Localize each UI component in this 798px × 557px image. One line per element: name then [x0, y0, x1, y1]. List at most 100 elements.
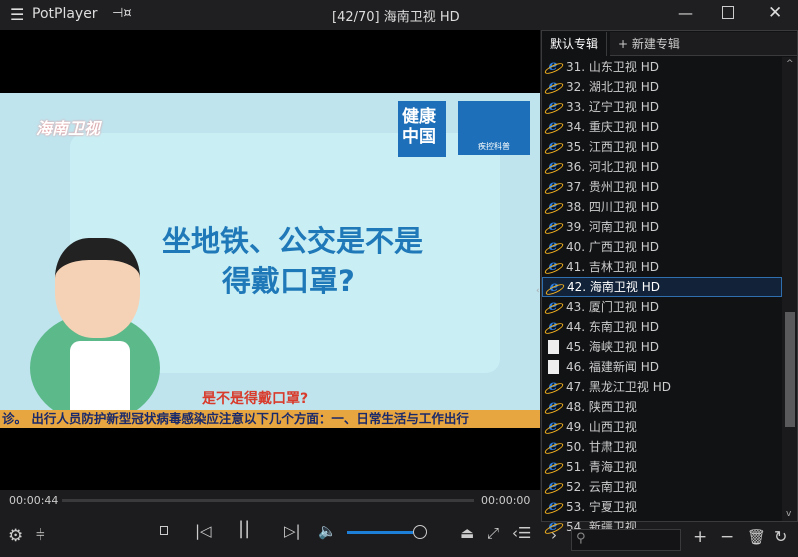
playlist-item[interactable]: e 37. 贵州卫视 HD [542, 177, 782, 197]
scroll-down-icon[interactable]: v [786, 509, 791, 519]
settings-icon[interactable]: ⚙ [8, 526, 23, 546]
cdc-badge: 疾控科普 [458, 101, 530, 155]
pin-icon[interactable]: ⊣¤ [112, 6, 132, 21]
playlist-item-label: 33. 辽宁卫视 HD [566, 100, 659, 114]
search-icon: ⚲ [576, 531, 586, 546]
ie-icon: e [546, 319, 560, 334]
playlist-search-input[interactable]: ⚲ [571, 529, 681, 551]
ie-icon: e [546, 439, 560, 454]
playlist-item[interactable]: e 41. 吉林卫视 HD [542, 257, 782, 277]
scroll-up-icon[interactable]: ^ [786, 59, 794, 69]
playlist-item[interactable]: e 43. 厦门卫视 HD [542, 297, 782, 317]
add-button[interactable]: + [693, 527, 707, 547]
volume-handle[interactable] [413, 525, 427, 539]
playlist-item-label: 50. 甘肃卫视 [566, 440, 637, 454]
playlist-item[interactable]: e 50. 甘肃卫视 [542, 437, 782, 457]
playlist-item-label: 48. 陕西卫视 [566, 400, 637, 414]
ie-icon: e [546, 239, 560, 254]
playlist-item[interactable]: e 34. 重庆卫视 HD [542, 117, 782, 137]
playlist-item-label: 36. 河北卫视 HD [566, 160, 659, 174]
ie-icon: e [546, 419, 560, 434]
previous-button[interactable]: |◁ [195, 522, 212, 540]
delete-icon[interactable]: 🗑 [747, 528, 766, 546]
playlist-item[interactable]: e 32. 湖北卫视 HD [542, 77, 782, 97]
ie-icon: e [546, 459, 560, 474]
playlist-item-label: 49. 山西卫视 [566, 420, 637, 434]
elapsed-time: 00:00:44 [9, 494, 59, 507]
tab-default-album[interactable]: 默认专辑 [542, 32, 608, 56]
collapse-panel-icon[interactable]: ‹ [536, 286, 540, 296]
scrollbar[interactable]: ^ v [782, 57, 797, 521]
playlist-panel: 默认专辑 + 新建专辑 e 31. 山东卫视 HD e 32. 湖北卫视 HD e 33.… [541, 30, 798, 534]
file-icon [548, 360, 559, 374]
cartoon-man [55, 238, 140, 338]
cartoon-shirt [70, 341, 130, 416]
playlist-item-label: 46. 福建新闻 HD [566, 360, 659, 374]
video-frame: 海南卫视 健康中国 疾控科普 坐地铁、公交是不是 得戴口罩? 是不是得戴口罩? [0, 93, 540, 428]
volume-icon[interactable]: 🔈 [318, 522, 337, 540]
playlist-item[interactable]: e 52. 云南卫视 [542, 477, 782, 497]
playlist-item[interactable]: e 40. 广西卫视 HD [542, 237, 782, 257]
playlist-item[interactable]: e 33. 辽宁卫视 HD [542, 97, 782, 117]
pause-button[interactable]: || [238, 518, 250, 539]
playlist-item[interactable]: e 51. 青海卫视 [542, 457, 782, 477]
playlist-item-label: 42. 海南卫视 HD [567, 280, 660, 294]
ie-icon: e [546, 59, 560, 74]
tab-new-album[interactable]: + 新建专辑 [610, 32, 797, 56]
playlist-item-label: 51. 青海卫视 [566, 460, 637, 474]
maximize-button[interactable] [722, 6, 734, 19]
playlist-item[interactable]: e 44. 东南卫视 HD [542, 317, 782, 337]
ie-icon: e [546, 139, 560, 154]
playlist-item[interactable]: 46. 福建新闻 HD [542, 357, 782, 377]
ie-icon: e [546, 259, 560, 274]
playlist-item[interactable]: e 42. 海南卫视 HD [542, 277, 782, 297]
headline-line1: 坐地铁、公交是不是 [162, 224, 424, 258]
playlist-item[interactable]: e 53. 宁夏卫视 [542, 497, 782, 517]
playlist-item[interactable]: e 47. 黑龙江卫视 HD [542, 377, 782, 397]
playlist-item-label: 43. 厦门卫视 HD [566, 300, 659, 314]
ie-icon: e [546, 499, 560, 514]
health-china-badge: 健康中国 [398, 101, 446, 157]
playlist-item[interactable]: e 39. 河南卫视 HD [542, 217, 782, 237]
playlist-item-label: 52. 云南卫视 [566, 480, 637, 494]
minimize-button[interactable]: — [678, 4, 693, 22]
playlist-item[interactable]: e 35. 江西卫视 HD [542, 137, 782, 157]
playlist-item-label: 39. 河南卫视 HD [566, 220, 659, 234]
playlist-item[interactable]: e 49. 山西卫视 [542, 417, 782, 437]
eject-icon[interactable]: ⏏ [460, 524, 474, 542]
playlist-item[interactable]: e 38. 四川卫视 HD [542, 197, 782, 217]
playlist-toggle-icon[interactable]: ‹☰ [512, 524, 531, 542]
video-area[interactable]: 海南卫视 健康中国 疾控科普 坐地铁、公交是不是 得戴口罩? 是不是得戴口罩? … [0, 30, 540, 490]
ie-icon: e [546, 219, 560, 234]
playlist-item-label: 47. 黑龙江卫视 HD [566, 380, 671, 394]
playlist-item[interactable]: e 36. 河北卫视 HD [542, 157, 782, 177]
close-button[interactable]: ✕ [768, 3, 782, 23]
playlist-item[interactable]: e 31. 山东卫视 HD [542, 57, 782, 77]
playlist-item-label: 38. 四川卫视 HD [566, 200, 659, 214]
stop-button[interactable] [160, 526, 168, 535]
ie-icon: e [546, 299, 560, 314]
playlist-item-label: 44. 东南卫视 HD [566, 320, 659, 334]
remove-button[interactable]: − [720, 527, 734, 547]
seek-bar[interactable] [62, 499, 474, 502]
playlist-item[interactable]: e 48. 陕西卫视 [542, 397, 782, 417]
next-button[interactable]: ▷| [284, 522, 301, 540]
playlist-item[interactable]: 45. 海峡卫视 HD [542, 337, 782, 357]
playlist-item-label: 53. 宁夏卫视 [566, 500, 637, 514]
volume-slider[interactable] [347, 531, 413, 534]
equalizer-icon[interactable]: ⫩ [36, 526, 45, 544]
ie-icon: e [546, 399, 560, 414]
fullscreen-icon[interactable]: ⤢ [487, 524, 499, 542]
playlist-item-label: 45. 海峡卫视 HD [566, 340, 659, 354]
refresh-icon[interactable]: ↻ [774, 527, 787, 546]
window-title: [42/70] 海南卫视 HD [332, 10, 460, 25]
expand-icon[interactable]: › [551, 526, 557, 544]
ie-icon: e [546, 159, 560, 174]
playlist-item-label: 32. 湖北卫视 HD [566, 80, 659, 94]
menu-icon[interactable]: ☰ [10, 5, 24, 24]
playlist-item-label: 40. 广西卫视 HD [566, 240, 659, 254]
playlist-item-label: 35. 江西卫视 HD [566, 140, 659, 154]
scroll-thumb[interactable] [785, 312, 795, 427]
playlist-item-label: 31. 山东卫视 HD [566, 60, 659, 74]
playlist-item-label: 37. 贵州卫视 HD [566, 180, 659, 194]
